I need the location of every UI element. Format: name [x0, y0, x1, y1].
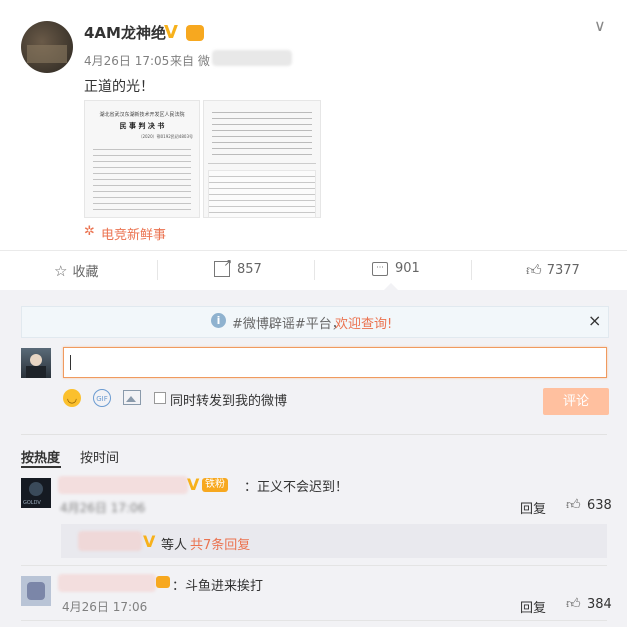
sort-by-time[interactable]: 按时间 [80, 447, 119, 466]
sub-reply-text: 等人 [161, 538, 188, 553]
reply-button[interactable]: 回复 [520, 597, 546, 616]
commenter-avatar[interactable]: GOLDV [21, 478, 51, 508]
like-button[interactable]: 👍︎ 7377 [526, 261, 580, 280]
image-icon[interactable] [123, 390, 141, 405]
comment-likes: 384 [587, 597, 612, 612]
topic-link[interactable]: 电竞新鲜事 [101, 224, 166, 243]
commenter-avatar[interactable] [21, 576, 51, 606]
sort-active-underline [21, 466, 61, 468]
post-text: 正道的光！ [84, 79, 154, 95]
notice-link[interactable]: 欢迎查询! [335, 313, 392, 332]
active-tab-pointer [384, 283, 398, 290]
repost-button[interactable]: ↗ 857 [214, 258, 262, 277]
comment-text: ：斗鱼进来挨打 [172, 579, 264, 594]
doc-inset [208, 170, 316, 217]
action-divider-top [0, 250, 627, 251]
post-source: 来自 微 [170, 54, 210, 68]
doc-lines [93, 144, 191, 210]
submit-comment-button[interactable]: 评论 [543, 388, 609, 415]
comment-text: ：正义不会迟到！ [244, 480, 349, 495]
sub-reply-count-link[interactable]: 共7条回复 [190, 534, 250, 553]
text-cursor [70, 355, 71, 370]
verified-icon: V [164, 22, 178, 43]
blurred-username [78, 531, 142, 551]
verified-icon: V [187, 475, 200, 494]
notice-tag[interactable]: #微博辟谣#平台， [232, 313, 345, 332]
comment-likes: 638 [587, 498, 612, 513]
post-image-2[interactable] [203, 100, 321, 218]
reply-button[interactable]: 回复 [520, 498, 546, 517]
info-icon: i [211, 313, 226, 328]
comment-date: 4月26日 17:06 [62, 600, 148, 614]
fan-badge: 铁粉 [202, 476, 228, 492]
topic-icon: ✲ [84, 224, 95, 239]
comment-divider [21, 565, 607, 566]
post-date[interactable]: 4月26日 17:05 [84, 52, 169, 69]
thumbs-up-icon[interactable]: 👍︎ [566, 496, 581, 513]
repost-icon: ↗ [214, 258, 232, 277]
member-icon [156, 576, 170, 588]
thumbs-up-icon: 👍︎ [526, 261, 542, 279]
blurred-source [212, 50, 292, 66]
my-avatar[interactable] [21, 348, 51, 378]
divider [314, 260, 315, 280]
verified-icon: V [143, 532, 156, 551]
blurred-username [58, 574, 156, 592]
comment-button[interactable]: ··· 901 [372, 261, 420, 276]
blurred-username [58, 476, 188, 494]
gif-icon[interactable]: GIF [93, 389, 111, 407]
sync-checkbox[interactable] [154, 392, 166, 404]
post-menu-icon[interactable]: ∨ [594, 16, 606, 35]
doc-court: 湖北省武汉东湖新技术开发区人民法院 [99, 112, 185, 118]
doc-title: 民 事 判 决 书 [119, 122, 165, 130]
fan-badge-label: 铁粉 [202, 478, 228, 492]
member-icon [186, 25, 204, 41]
doc-lines [212, 107, 312, 157]
comment-count: 901 [395, 261, 420, 276]
thumbs-up-icon[interactable]: 👍︎ [566, 595, 581, 612]
author-name[interactable]: 4AM龙神绝 [84, 22, 166, 43]
favorite-button[interactable]: ☆ 收藏 [54, 261, 99, 281]
comment-divider [21, 620, 607, 621]
divider [157, 260, 158, 280]
comment-input[interactable] [63, 347, 607, 378]
emoji-icon[interactable]: ◡ [63, 389, 81, 407]
favorite-label: 收藏 [72, 265, 99, 280]
author-avatar[interactable] [21, 21, 73, 73]
repost-count: 857 [237, 261, 262, 277]
composer-divider [21, 434, 607, 435]
comment-date: 4月26日 17:06 [60, 501, 146, 515]
comment-icon: ··· [372, 261, 388, 276]
star-icon: ☆ [54, 261, 68, 280]
notice-close-icon[interactable]: × [588, 311, 601, 330]
like-count: 7377 [546, 263, 580, 278]
sort-by-hot[interactable]: 按热度 [21, 447, 60, 466]
sync-label[interactable]: 同时转发到我的微博 [170, 390, 287, 409]
post-image-1[interactable]: 湖北省武汉东湖新技术开发区人民法院 民 事 判 决 书 （2020）鄂0192民… [84, 100, 200, 218]
doc-case-no: （2020）鄂0192民初4803号 [138, 134, 193, 139]
divider [471, 260, 472, 280]
